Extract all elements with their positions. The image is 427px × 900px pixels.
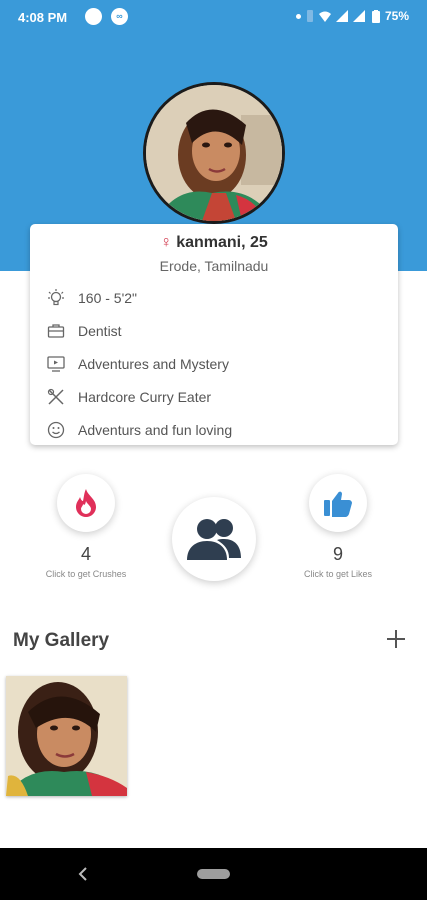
profile-card: ♀ kanmani, 25 Erode, Tamilnadu 160 - 5'2"… (30, 224, 398, 445)
detail-text: Hardcore Curry Eater (78, 389, 212, 405)
avatar-photo (146, 85, 282, 221)
chevron-left-icon (78, 867, 87, 881)
likes-count: 9 (332, 544, 343, 564)
detail-food: Hardcore Curry Eater (46, 387, 211, 407)
signal-4g-icon (352, 10, 365, 22)
vibrate-icon (306, 10, 313, 22)
detail-text: Dentist (78, 323, 122, 339)
name-row: ♀ kanmani, 25 (30, 234, 398, 252)
status-bar: 4:08 PM ∞ 75% (0, 0, 427, 34)
likes-stat[interactable]: 9 Click to get Likes (286, 474, 390, 579)
crushes-caption[interactable]: Click to get Crushes (34, 569, 138, 579)
add-photo-button[interactable] (385, 628, 407, 650)
detail-text: 160 - 5'2" (78, 290, 138, 306)
crushes-stat[interactable]: 4 Click to get Crushes (34, 474, 138, 579)
home-pill-button[interactable] (197, 869, 230, 879)
status-icons: 75% (295, 9, 409, 23)
profile-name: kanmani, 25 (176, 234, 268, 251)
likes-caption[interactable]: Click to get Likes (286, 569, 390, 579)
utensils-icon (46, 387, 66, 407)
tv-icon (46, 354, 66, 374)
notification-dot-icon (85, 8, 102, 25)
briefcase-icon (46, 321, 66, 341)
detail-personality: Adventurs and fun loving (46, 420, 232, 440)
people-icon (187, 519, 241, 560)
like-button[interactable] (309, 474, 367, 532)
crush-button[interactable] (57, 474, 115, 532)
profile-screen: 4:08 PM ∞ 75% ♀ kanmani, 25 Erode, Tamil… (0, 0, 427, 900)
signal-icon (335, 10, 348, 22)
profile-location: Erode, Tamilnadu (159, 258, 269, 274)
matches-stat[interactable] (171, 497, 257, 581)
crushes-count: 4 (80, 544, 91, 564)
battery-icon (371, 9, 380, 23)
wifi-icon (318, 11, 331, 22)
status-time: 4:08 PM (18, 10, 68, 25)
gallery-photo-image (6, 676, 127, 796)
system-nav-bar (0, 848, 427, 900)
detail-height: 160 - 5'2" (46, 288, 137, 308)
thumbs-up-icon (324, 491, 352, 517)
gallery-title: My Gallery (13, 630, 110, 651)
detail-movies: Adventures and Mystery (46, 354, 229, 374)
profile-avatar[interactable] (143, 82, 285, 224)
female-icon: ♀ (160, 234, 173, 251)
detail-text: Adventures and Mystery (78, 356, 229, 372)
plus-icon (387, 630, 405, 648)
detail-text: Adventurs and fun loving (78, 422, 233, 438)
matches-button[interactable] (172, 497, 256, 581)
gallery-photo[interactable] (6, 676, 127, 796)
flame-icon (76, 489, 96, 517)
detail-profession: Dentist (46, 321, 122, 341)
dot-icon (295, 13, 301, 19)
bulb-icon (46, 288, 66, 308)
battery-percent: 75% (384, 9, 409, 23)
smiley-icon (46, 420, 66, 440)
app-notification-icon: ∞ (111, 8, 128, 25)
back-button[interactable] (74, 862, 94, 886)
